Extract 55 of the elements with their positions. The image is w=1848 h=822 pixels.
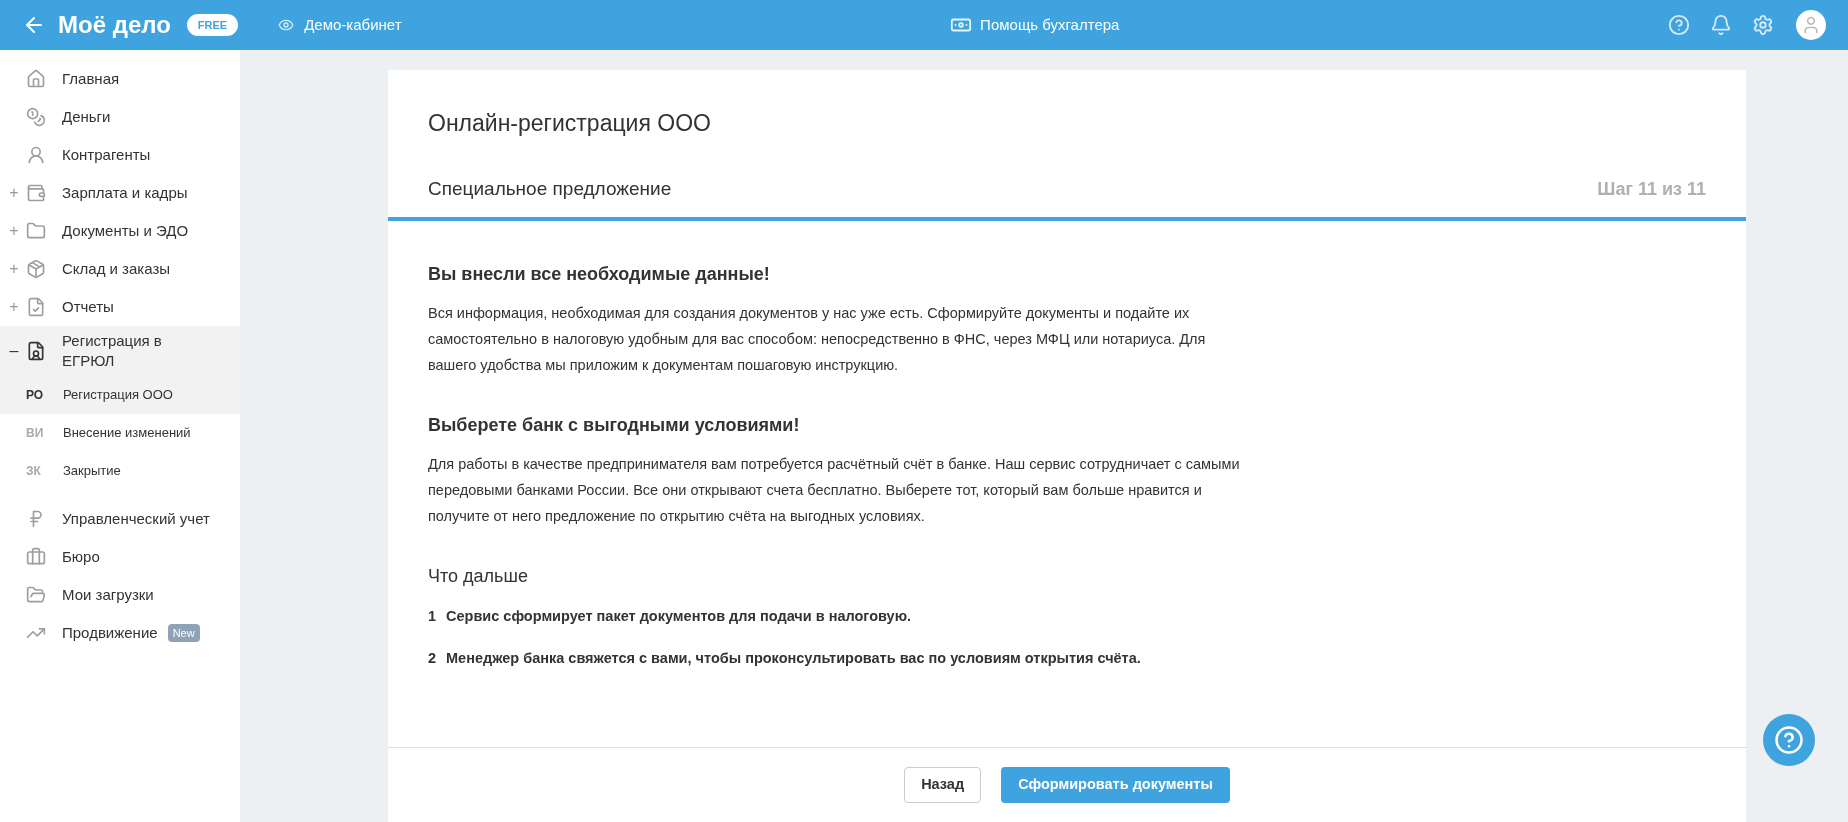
wallet-icon: [26, 183, 46, 203]
person-icon: [26, 145, 46, 165]
step-counter: Шаг 11 из 11: [1597, 178, 1706, 201]
sidebar-subitem[interactable]: ВИ Внесение изменений: [0, 414, 240, 452]
sidebar-item[interactable]: Регистрация в ЕГРЮЛ: [62, 331, 182, 371]
avatar[interactable]: [1796, 10, 1826, 40]
eye-icon: [278, 17, 295, 33]
help-icon: [1774, 725, 1804, 755]
sidebar-item[interactable]: Управленческий учет: [62, 509, 210, 529]
subitem-label: Регистрация ООО: [63, 386, 173, 405]
person-icon: [1801, 15, 1821, 35]
coins-icon: [26, 107, 46, 127]
step-number: 1: [428, 607, 438, 626]
sidebar-item[interactable]: Продвижение: [62, 623, 158, 643]
document-person-icon: [26, 341, 46, 361]
card-title: Онлайн-регистрация ООО: [427, 109, 712, 138]
sidebar-subitem[interactable]: ЗК Закрытие: [0, 452, 240, 490]
subitem-abbr: ЗК: [26, 463, 42, 480]
plan-badge: FREE: [186, 13, 239, 37]
sidebar-item[interactable]: Мои загрузки: [62, 585, 154, 605]
section-text: Вся информация, необходимая для создания документов у нас уже есть. Сформируйте документы и подайте их самостоятельно в налоговую удобным для вас способом: непосредственно в ФНС, через МФЦ или нотариуса. Для вашего удобства мы приложим к документам пошаговую инструкцию.: [428, 304, 1207, 375]
document-check-icon: [26, 297, 46, 317]
next-heading: Что дальше: [428, 565, 529, 588]
section-text: Для работы в качестве предпринимателя вам потребуется расчётный счёт в банке. Наш сервис сотрудничает с самыми передовыми банками России. Все они открывают счета бесплатно. Выберете тот, который вам больше нравится и получите от него предложение по открытию счёта на выгодных условиях.: [428, 455, 1241, 526]
sidebar-item[interactable]: Главная: [62, 69, 120, 89]
subitem-abbr: ВИ: [26, 425, 45, 442]
back-button[interactable]: Назад: [904, 767, 982, 803]
sidebar-subitem[interactable]: РО Регистрация ООО: [0, 376, 240, 414]
sidebar-item[interactable]: Склад и заказы: [62, 259, 171, 279]
sidebar-item[interactable]: Зарплата и кадры: [62, 183, 188, 203]
house-icon: [26, 69, 46, 89]
expand-toggle[interactable]: –: [9, 339, 19, 363]
folder-icon: [26, 585, 46, 605]
step-text: Менеджер банка свяжется с вами, чтобы проконсультировать вас по условиям открытия счёта.: [446, 648, 1141, 668]
sidebar-item[interactable]: Деньги: [62, 107, 111, 127]
notification-icon[interactable]: [1710, 14, 1732, 36]
sidebar-item[interactable]: Документы и ЭДО: [62, 221, 189, 241]
subitem-label: Закрытие: [63, 462, 121, 481]
subitem-label: Внесение изменений: [63, 424, 191, 443]
help-button[interactable]: [1763, 714, 1815, 766]
box-icon: [26, 259, 46, 279]
step-text: Сервис сформирует пакет документов для подачи в налоговую.: [446, 607, 912, 626]
sidebar-item[interactable]: Отчеты: [62, 297, 114, 317]
help-icon[interactable]: [1668, 14, 1690, 36]
subitem-abbr: РО: [26, 387, 45, 404]
section-heading: Вы внесли все необходимые данные!: [428, 263, 771, 286]
section-heading: Выберете банк с выгодными условиями!: [428, 414, 801, 437]
step-number: 2: [428, 648, 438, 668]
settings-icon[interactable]: [1752, 14, 1774, 36]
briefcase-icon: [26, 547, 46, 567]
sidebar-item[interactable]: Контрагенты: [62, 145, 151, 165]
sidebar-item[interactable]: Бюро: [62, 547, 100, 567]
folder-icon: [26, 221, 46, 241]
new-badge: New: [167, 623, 200, 643]
step-title: Специальное предложение: [428, 176, 672, 201]
